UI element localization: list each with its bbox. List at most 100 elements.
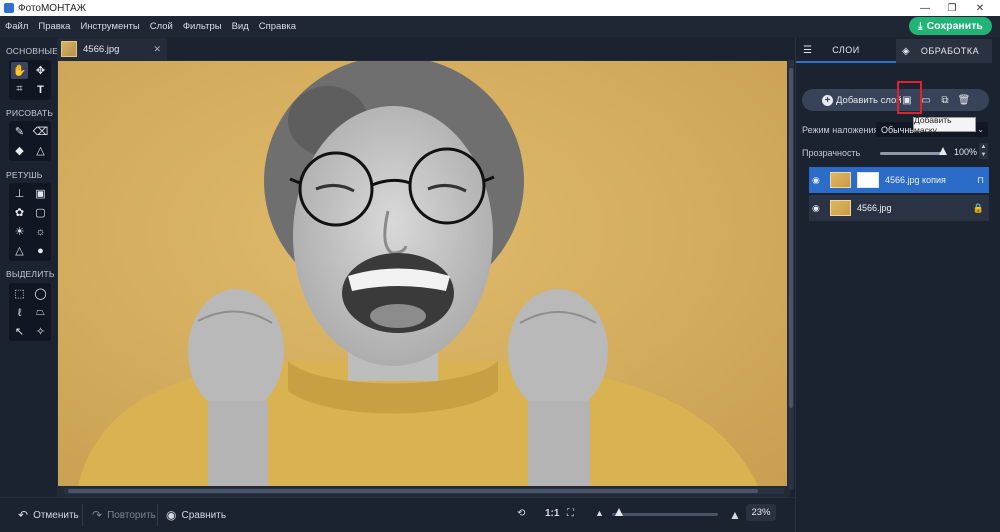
plus-icon: +: [822, 94, 833, 106]
actual-size-button[interactable]: 1:1: [545, 508, 559, 519]
tab-layers[interactable]: ☰ СЛОИ: [796, 39, 896, 63]
zoom-slider-handle[interactable]: [615, 508, 623, 516]
maximize-button[interactable]: ❐: [937, 0, 967, 16]
photo-canvas[interactable]: [58, 61, 787, 486]
shapes-tool-icon[interactable]: △: [32, 142, 49, 159]
frame-tool-icon[interactable]: ▢: [32, 204, 49, 221]
polygon-lasso-icon[interactable]: ⏢: [32, 304, 49, 321]
menu-help[interactable]: Справка: [254, 16, 301, 37]
zoom-slider-track[interactable]: [612, 513, 718, 516]
opacity-value[interactable]: 100%: [954, 147, 977, 157]
save-button[interactable]: ⤓ Сохранить: [909, 17, 992, 35]
tool-group-basic: ✋ ✥ ⌗ T: [9, 60, 51, 100]
menu-file[interactable]: Файл: [0, 16, 33, 37]
sharpen-tool-icon[interactable]: △: [11, 242, 28, 259]
tool-section-retouch: РЕТУШЬ: [6, 170, 43, 180]
quick-select-icon[interactable]: ↖: [11, 323, 28, 340]
duplicate-icon[interactable]: ⧉: [938, 93, 952, 107]
patch-tool-icon[interactable]: ▣: [32, 185, 49, 202]
layer-name: 4566.jpg: [857, 203, 892, 213]
mask-thumbnail[interactable]: [857, 172, 879, 188]
move-tool-icon[interactable]: ✥: [32, 62, 49, 79]
vertical-scrollbar[interactable]: [788, 60, 794, 490]
brightness-tool-icon[interactable]: ☀: [11, 223, 28, 240]
app-logo-icon: [4, 3, 14, 13]
compare-button[interactable]: ◉ Сравнить: [166, 508, 226, 522]
tool-group-draw: ✎ ⌫ ◆ △: [9, 121, 51, 161]
layer-thumbnail: [830, 200, 851, 216]
layer-row[interactable]: ◉ 4566.jpg 🔒: [809, 195, 989, 221]
magic-wand-icon[interactable]: ✧: [32, 323, 49, 340]
trash-icon[interactable]: 🗑: [957, 93, 971, 107]
layer-actions: + Добавить слой ▣ ▭ ⧉ 🗑: [802, 89, 989, 111]
undo-button[interactable]: ↶ Отменить: [18, 508, 79, 522]
horizontal-scroll-thumb[interactable]: [68, 489, 758, 493]
opacity-slider-track[interactable]: [880, 152, 946, 155]
zoom-in-icon[interactable]: ▲: [729, 508, 741, 522]
fill-tool-icon[interactable]: ◆: [11, 142, 28, 159]
tool-section-select: ВЫДЕЛИТЬ: [6, 269, 55, 279]
add-layer-label: Добавить слой: [836, 94, 902, 106]
mask-button-highlight: [897, 81, 922, 114]
eraser-tool-icon[interactable]: ⌫: [32, 123, 49, 140]
divider: [157, 504, 158, 526]
menu-filters[interactable]: Фильтры: [178, 16, 227, 37]
ellipse-select-icon[interactable]: ◯: [32, 285, 49, 302]
lasso-tool-icon[interactable]: ℓ: [11, 304, 28, 321]
eye-icon[interactable]: ◉: [812, 175, 822, 186]
blend-mode-label: Режим наложения:: [802, 125, 881, 135]
menu-edit[interactable]: Правка: [33, 16, 75, 37]
tab-layers-label: СЛОИ: [832, 45, 860, 55]
window-title: ФотоМОНТАЖ: [18, 2, 86, 14]
opacity-stepper[interactable]: ▲ ▼: [979, 143, 988, 159]
fit-screen-icon[interactable]: ⛶: [567, 508, 574, 519]
minimize-button[interactable]: —: [910, 0, 940, 16]
unlock-icon[interactable]: ⊓: [977, 175, 984, 186]
layer-thumbnail: [830, 172, 851, 188]
blur-tool-icon[interactable]: ●: [32, 242, 49, 259]
redo-button[interactable]: ↷ Повторить: [92, 508, 156, 522]
close-window-button[interactable]: ✕: [965, 0, 995, 16]
toolbox: ОСНОВНЫЕ ✋ ✥ ⌗ T РИСОВАТЬ ✎ ⌫ ◆ △ РЕТУШЬ…: [0, 37, 58, 497]
tooltip: Добавить маску: [913, 115, 976, 135]
brush-tool-icon[interactable]: ✎: [11, 123, 28, 140]
layer-row[interactable]: ◉ 4566.jpg копия ⊓: [809, 167, 989, 193]
canvas-area[interactable]: [57, 60, 790, 497]
opacity-slider-handle[interactable]: [939, 147, 947, 155]
contrast-tool-icon[interactable]: ☼: [32, 223, 49, 240]
menu-tools[interactable]: Инструменты: [75, 16, 144, 37]
stamp-tool-icon[interactable]: ⊥: [11, 185, 28, 202]
tool-group-retouch: ⊥ ▣ ✿ ▢ ☀ ☼ △ ●: [9, 183, 51, 261]
lock-icon[interactable]: 🔒: [973, 203, 984, 214]
undo-label: Отменить: [33, 509, 79, 521]
eye-icon[interactable]: ◉: [812, 203, 822, 214]
layers-icon: ◈: [902, 45, 911, 57]
menu-layer[interactable]: Слой: [145, 16, 178, 37]
horizontal-scrollbar[interactable]: [64, 488, 784, 494]
crop-tool-icon[interactable]: ⌗: [11, 81, 28, 98]
sliders-icon: ☰: [803, 44, 813, 56]
redo-label: Повторить: [107, 509, 156, 521]
zoom-out-icon[interactable]: ▲: [595, 508, 604, 518]
redo-icon: ↷: [92, 508, 103, 522]
menu-view[interactable]: Вид: [227, 16, 254, 37]
tool-group-select: ⬚ ◯ ℓ ⏢ ↖ ✧: [9, 283, 51, 341]
tab-processing[interactable]: ◈ ОБРАБОТКА: [896, 39, 992, 63]
rotate-icon[interactable]: ⟲: [517, 508, 525, 519]
vertical-scroll-thumb[interactable]: [789, 68, 793, 408]
eye-icon: ◉: [166, 508, 177, 522]
hand-tool-icon[interactable]: ✋: [11, 62, 28, 79]
zoom-value[interactable]: 23%: [746, 504, 776, 521]
text-tool-icon[interactable]: T: [32, 81, 49, 98]
title-bar: ФотоМОНТАЖ — ❐ ✕: [0, 0, 1000, 16]
document-name: 4566.jpg: [83, 43, 120, 55]
tab-processing-label: ОБРАБОТКА: [920, 46, 980, 56]
photo-image: [58, 61, 787, 486]
close-tab-icon[interactable]: ✕: [153, 44, 161, 55]
rect-select-icon[interactable]: ⬚: [11, 285, 28, 302]
document-tab[interactable]: 4566.jpg ✕: [57, 38, 167, 60]
add-layer-button[interactable]: + Добавить слой: [822, 89, 902, 111]
pattern-tool-icon[interactable]: ✿: [11, 204, 28, 221]
opacity-label: Прозрачность: [802, 148, 861, 158]
layer-name: 4566.jpg копия: [885, 175, 946, 185]
